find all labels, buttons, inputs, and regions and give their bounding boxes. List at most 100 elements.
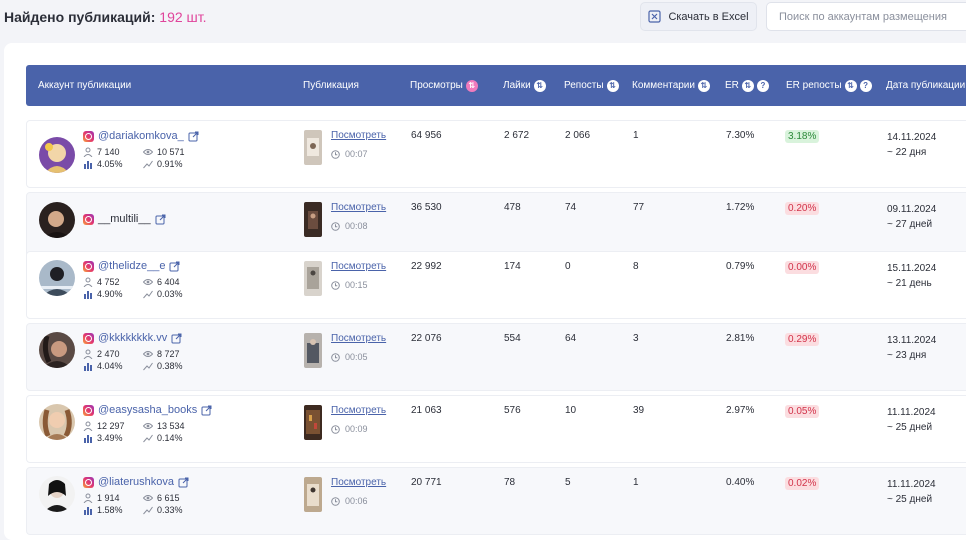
col-reposts[interactable]: Репосты ⇅: [564, 65, 619, 106]
views-value: 21 063: [411, 405, 442, 416]
account-handle[interactable]: @kkkkkkkk.vv: [98, 332, 167, 344]
publication-thumbnail[interactable]: [304, 130, 322, 165]
found-label: Найдено публикаций:: [4, 9, 156, 25]
er-stat: 4.05%: [97, 159, 123, 169]
avg-views: 6 404: [157, 277, 180, 287]
external-link-icon[interactable]: [201, 405, 212, 416]
col-er[interactable]: ER ⇅?: [725, 65, 769, 106]
col-account[interactable]: Аккаунт публикации: [38, 65, 131, 106]
view-publication-link[interactable]: Посмотреть: [331, 202, 386, 213]
view-publication-link[interactable]: Посмотреть: [331, 130, 386, 141]
view-publication-link[interactable]: Посмотреть: [331, 405, 386, 416]
sort-icon[interactable]: ⇅: [606, 79, 619, 92]
trend-icon: [143, 506, 153, 515]
bar-chart-icon: [84, 435, 92, 443]
account-handle[interactable]: @thelidze__e: [98, 260, 165, 272]
er-value: 7.30%: [726, 130, 755, 141]
growth-stat: 0.03%: [157, 289, 183, 299]
er-reposts-badge: 3.18%: [785, 130, 820, 143]
followers-count: 7 140: [97, 147, 120, 157]
publication-thumbnail[interactable]: [304, 202, 322, 237]
sort-icon[interactable]: ⇅: [741, 79, 754, 92]
publication-thumbnail[interactable]: [304, 477, 322, 512]
trend-icon: [143, 160, 153, 169]
er-stat: 3.49%: [97, 433, 123, 443]
avg-views: 8 727: [157, 349, 180, 359]
trend-icon: [143, 290, 153, 299]
sort-icon[interactable]: ⇅: [533, 79, 546, 92]
user-icon: [83, 421, 93, 431]
followers-count: 1 914: [97, 493, 120, 503]
instagram-icon: [83, 260, 94, 272]
help-icon[interactable]: ?: [859, 79, 872, 92]
account-handle[interactable]: __multili__: [98, 213, 151, 225]
duration: 00:05: [331, 352, 368, 362]
er-value: 0.79%: [726, 261, 755, 272]
help-icon[interactable]: ?: [756, 79, 769, 92]
avatar[interactable]: [39, 332, 75, 368]
clock-icon: [331, 221, 340, 231]
table-row: __multili__ Посмотреть 00:08 36 530 478 …: [26, 192, 966, 260]
user-icon: [83, 349, 93, 359]
avatar[interactable]: [39, 476, 75, 512]
er-reposts-badge: 0.00%: [785, 261, 820, 274]
followers-count: 12 297: [97, 421, 125, 431]
external-link-icon[interactable]: [178, 477, 189, 488]
date-ago: ~ 25 дней: [887, 494, 933, 505]
er-value: 2.97%: [726, 405, 755, 416]
reposts-value: 74: [565, 202, 577, 213]
found-count: 192 шт.: [159, 9, 207, 25]
account-handle[interactable]: @liaterushkova: [98, 476, 174, 488]
comments-value: 39: [633, 405, 645, 416]
account-handle[interactable]: @easysasha_books: [98, 404, 197, 416]
instagram-icon: [83, 476, 94, 488]
table-row: @easysasha_books 12 297 13 534 3.49% 0.1…: [26, 395, 966, 463]
instagram-icon: [83, 130, 94, 142]
publication-thumbnail[interactable]: [304, 261, 322, 296]
duration: 00:09: [331, 424, 368, 434]
publication-date: 09.11.2024 ~ 27 дней: [887, 204, 937, 230]
sort-icon[interactable]: ⇅: [697, 79, 710, 92]
col-publication[interactable]: Публикация: [303, 65, 359, 106]
view-publication-link[interactable]: Посмотреть: [331, 261, 386, 272]
col-likes[interactable]: Лайки ⇅: [503, 65, 546, 106]
external-link-icon[interactable]: [155, 214, 166, 225]
view-publication-link[interactable]: Посмотреть: [331, 333, 386, 344]
clock-icon: [331, 424, 340, 434]
external-link-icon[interactable]: [188, 131, 199, 142]
instagram-icon: [83, 213, 94, 225]
avatar[interactable]: [39, 404, 75, 440]
external-link-icon[interactable]: [169, 261, 180, 272]
instagram-icon: [83, 332, 94, 344]
reposts-value: 5: [565, 477, 571, 488]
publication-thumbnail[interactable]: [304, 405, 322, 440]
user-icon: [83, 147, 93, 157]
likes-value: 478: [504, 202, 521, 213]
col-er-reposts[interactable]: ER репосты ⇅?: [786, 65, 872, 106]
duration: 00:15: [331, 280, 368, 290]
col-views[interactable]: Просмотры ⇅: [410, 65, 478, 106]
comments-value: 8: [633, 261, 639, 272]
avatar[interactable]: [39, 137, 75, 173]
search-input[interactable]: [766, 2, 966, 31]
view-publication-link[interactable]: Посмотреть: [331, 477, 386, 488]
er-reposts-badge: 0.29%: [785, 333, 820, 346]
eye-icon: [143, 149, 153, 155]
sort-icon[interactable]: ⇅: [465, 79, 478, 92]
download-excel-button[interactable]: Скачать в Excel: [640, 2, 757, 31]
avatar[interactable]: [39, 202, 75, 238]
external-link-icon[interactable]: [171, 333, 182, 344]
date-ago: ~ 23 дня: [887, 350, 927, 361]
growth-stat: 0.14%: [157, 433, 183, 443]
sort-icon[interactable]: ⇅: [844, 79, 857, 92]
account-handle[interactable]: @dariakomkova_: [98, 130, 184, 142]
eye-icon: [143, 495, 153, 501]
account-info: @easysasha_books 12 297 13 534 3.49% 0.1…: [83, 404, 212, 443]
top-bar: Найдено публикаций: 192 шт. Скачать в Ex…: [0, 0, 966, 36]
col-date[interactable]: Дата публикации: [886, 65, 965, 106]
col-comments[interactable]: Комментарии ⇅: [632, 65, 710, 106]
avatar[interactable]: [39, 260, 75, 296]
publication-thumbnail[interactable]: [304, 333, 322, 368]
table-row: @thelidze__e 4 752 6 404 4.90% 0.03% Пос…: [26, 251, 966, 319]
er-value: 1.72%: [726, 202, 755, 213]
